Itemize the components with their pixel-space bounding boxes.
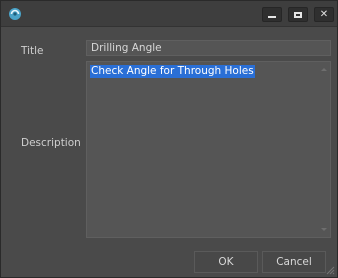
cancel-button[interactable]: Cancel bbox=[262, 251, 326, 273]
description-scrollbar[interactable] bbox=[319, 62, 330, 237]
scroll-up-icon[interactable] bbox=[321, 68, 327, 71]
title-bar[interactable]: ✕ bbox=[1, 1, 337, 27]
close-icon: ✕ bbox=[319, 9, 329, 20]
title-label: Title bbox=[21, 45, 44, 57]
minimize-button[interactable] bbox=[262, 7, 282, 22]
close-button[interactable]: ✕ bbox=[314, 7, 334, 22]
resize-grip-icon[interactable] bbox=[325, 265, 335, 275]
app-logo-icon bbox=[9, 8, 21, 20]
description-textarea[interactable]: Check Angle for Through Holes bbox=[86, 61, 331, 238]
maximize-icon bbox=[294, 11, 302, 18]
description-label: Description bbox=[21, 137, 81, 149]
minimize-icon bbox=[268, 16, 276, 18]
title-input[interactable]: Drilling Angle bbox=[86, 40, 331, 56]
ok-button[interactable]: OK bbox=[194, 251, 258, 273]
description-text: Check Angle for Through Holes bbox=[90, 65, 255, 78]
dialog-window: ✕ Title Drilling Angle Description Check… bbox=[0, 0, 338, 278]
maximize-button[interactable] bbox=[288, 7, 308, 22]
scroll-down-icon[interactable] bbox=[321, 228, 327, 231]
